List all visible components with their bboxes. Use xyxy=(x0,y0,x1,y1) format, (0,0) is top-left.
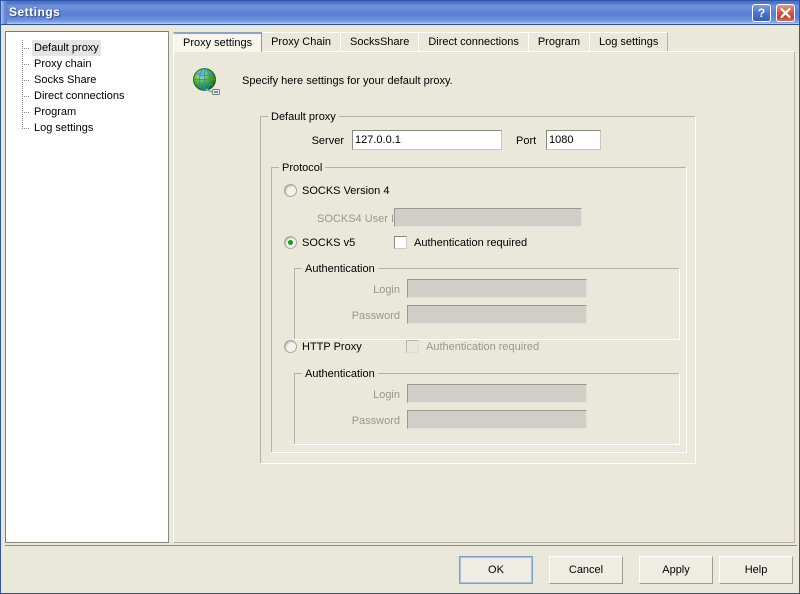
tab-proxy-settings[interactable]: Proxy settings xyxy=(173,32,263,52)
server-label: Server xyxy=(311,135,344,147)
port-input[interactable] xyxy=(546,130,601,150)
tab-log-settings[interactable]: Log settings xyxy=(589,32,669,52)
sidebar-item-proxy-chain[interactable]: Proxy chain xyxy=(22,56,168,72)
title-bar-left-edge xyxy=(1,1,7,24)
tab-program[interactable]: Program xyxy=(527,32,591,52)
http-proxy-label: HTTP Proxy xyxy=(302,341,362,353)
default-proxy-group-title: Default proxy xyxy=(268,111,339,123)
sidebar-item-label: Default proxy xyxy=(32,40,101,56)
tab-socks-share[interactable]: SocksShare xyxy=(340,32,420,52)
tab-proxy-chain[interactable]: Proxy Chain xyxy=(261,32,342,52)
socks5-authentication-group: Authentication Login Password xyxy=(294,263,680,340)
socks5-auth-group-title: Authentication xyxy=(302,263,378,275)
help-button[interactable]: Help xyxy=(719,556,793,584)
socks5-auth-required-checkbox[interactable] xyxy=(394,236,407,249)
socks5-label: SOCKS v5 xyxy=(302,237,356,249)
sidebar-item-label: Direct connections xyxy=(34,90,125,102)
socks5-login-label: Login xyxy=(373,284,400,296)
http-auth-required-label: Authentication required xyxy=(426,341,540,353)
tab-direct-connections[interactable]: Direct connections xyxy=(418,32,529,52)
http-auth-required-checkbox[interactable] xyxy=(406,340,419,353)
socks5-auth-required-label: Authentication required xyxy=(414,237,528,249)
question-mark-icon: ? xyxy=(758,6,765,20)
close-x-icon xyxy=(780,7,791,19)
close-icon[interactable] xyxy=(776,4,795,22)
socks4-userid-label: SOCKS4 User ID xyxy=(317,213,402,225)
socks5-login-input[interactable] xyxy=(407,279,587,298)
radio-socks5[interactable] xyxy=(284,236,297,249)
sidebar-item-default-proxy[interactable]: Default proxy xyxy=(22,40,168,56)
server-input[interactable] xyxy=(352,130,502,150)
port-label: Port xyxy=(516,135,537,147)
tab-bar: Proxy settings Proxy Chain SocksShare Di… xyxy=(173,32,669,52)
http-auth-group-title: Authentication xyxy=(302,368,378,380)
sidebar-item-socks-share[interactable]: Socks Share xyxy=(22,72,168,88)
sidebar-item-label: Socks Share xyxy=(34,74,97,86)
socks4-label: SOCKS Version 4 xyxy=(302,185,390,197)
panel-description: Specify here settings for your default p… xyxy=(242,75,453,87)
bottom-separator xyxy=(5,545,797,546)
cancel-button[interactable]: Cancel xyxy=(549,556,623,584)
svg-text:?: ? xyxy=(758,6,765,20)
default-proxy-group: Default proxy Server Port Protocol SOCKS… xyxy=(260,111,696,464)
socks5-password-label: Password xyxy=(351,310,400,322)
socks5-password-input[interactable] xyxy=(407,305,587,324)
http-login-label: Login xyxy=(373,389,400,401)
protocol-group: Protocol SOCKS Version 4 SOCKS4 User ID … xyxy=(271,162,687,453)
apply-button[interactable]: Apply xyxy=(639,556,713,584)
protocol-group-title: Protocol xyxy=(279,162,326,174)
socks4-userid-input[interactable] xyxy=(394,208,582,227)
settings-dialog-window: Settings ? Default proxy Proxy chain Soc… xyxy=(0,0,800,594)
settings-category-tree[interactable]: Default proxy Proxy chain Socks Share Di… xyxy=(5,31,169,543)
http-password-label: Password xyxy=(351,415,400,427)
proxy-settings-panel: Specify here settings for your default p… xyxy=(173,51,795,543)
globe-network-icon xyxy=(193,68,220,95)
radio-socks4[interactable] xyxy=(284,184,297,197)
sidebar-item-log-settings[interactable]: Log settings xyxy=(22,120,168,136)
title-bar: Settings ? xyxy=(1,1,799,25)
sidebar-item-label: Program xyxy=(34,106,77,118)
http-authentication-group: Authentication Login Password xyxy=(294,368,680,445)
ok-button[interactable]: OK xyxy=(459,556,533,584)
http-password-input[interactable] xyxy=(407,410,587,429)
panel-header: Specify here settings for your default p… xyxy=(190,66,750,102)
http-login-input[interactable] xyxy=(407,384,587,403)
sidebar-item-label: Log settings xyxy=(34,122,94,134)
window-title: Settings xyxy=(9,5,61,19)
radio-http-proxy[interactable] xyxy=(284,340,297,353)
help-icon[interactable]: ? xyxy=(752,4,771,22)
sidebar-item-label: Proxy chain xyxy=(34,58,92,70)
sidebar-item-direct-connections[interactable]: Direct connections xyxy=(22,88,168,104)
sidebar-item-program[interactable]: Program xyxy=(22,104,168,120)
